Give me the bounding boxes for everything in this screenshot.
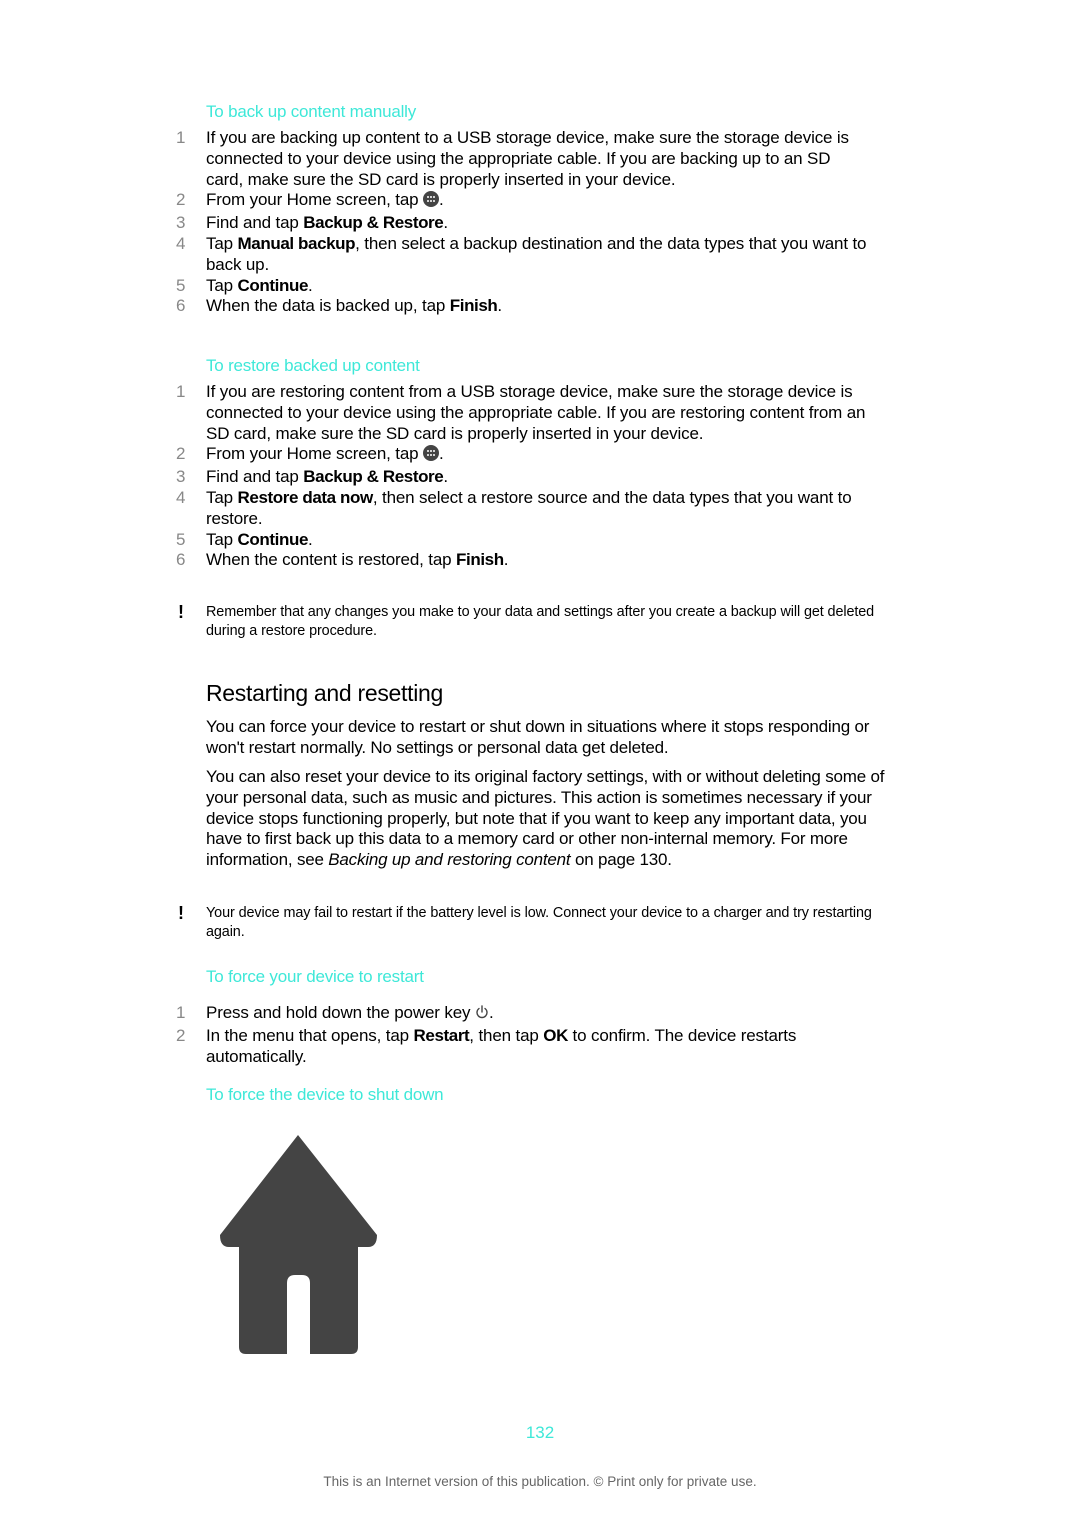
warning-icon: !: [178, 602, 184, 622]
cross-reference-link[interactable]: Backing up and restoring content: [328, 850, 570, 869]
step: 2 From your Home screen, tap .: [170, 444, 870, 467]
backup-steps: 1 If you are backing up content to a USB …: [170, 128, 870, 317]
step: 1 If you are backing up content to a USB …: [176, 128, 849, 189]
app-drawer-icon: [423, 445, 440, 467]
backup-heading: To back up content manually: [206, 102, 417, 121]
reset-paragraph: You can also reset your device to its or…: [206, 767, 885, 870]
step: 3 Find and tap Backup & Restore.: [176, 467, 448, 487]
battery-warning-note: ! Your device may fail to restart if the…: [178, 903, 872, 940]
force-restart-heading: To force your device to restart: [206, 967, 424, 986]
page-number: 132: [525, 1423, 555, 1442]
step: 6 When the data is backed up, tap Finish.: [176, 296, 502, 316]
force-restart-steps: 1 Press and hold down the power key . 2 In…: [170, 1003, 870, 1067]
step: 2 In the menu that opens, tap Restart, th…: [176, 1025, 797, 1066]
footer-notice: This is an Internet version of this publ…: [323, 1474, 757, 1489]
step: 1 If you are restoring content from a USB…: [176, 382, 866, 443]
warning-icon: !: [178, 903, 184, 923]
restore-steps: 1 If you are restoring content from a USB…: [170, 382, 870, 571]
restore-heading: To restore backed up content: [206, 356, 420, 375]
step: 4 Tap Restore data now, then select a res…: [176, 487, 852, 528]
home-icon: [220, 1135, 377, 1354]
step: 4 Tap Manual backup, then select a backup…: [176, 233, 867, 274]
step: 2 From your Home screen, tap .: [170, 190, 870, 213]
step: 5 Tap Continue.: [176, 529, 313, 549]
step: 6 When the content is restored, tap Finis…: [176, 550, 509, 570]
section-title: Restarting and resetting: [206, 680, 443, 706]
app-drawer-icon: [423, 191, 440, 213]
restart-intro-paragraph: You can force your device to restart or …: [206, 717, 870, 757]
step: 3 Find and tap Backup & Restore.: [176, 213, 448, 233]
manual-page: To back up content manually 1 If you are …: [0, 0, 1080, 1527]
step: 1 Press and hold down the power key .: [170, 1003, 870, 1026]
force-shutdown-heading: To force the device to shut down: [206, 1085, 444, 1104]
power-icon: [475, 1004, 489, 1026]
restore-warning-note: ! Remember that any changes you make to …: [178, 602, 875, 639]
step: 5 Tap Continue.: [176, 275, 313, 295]
